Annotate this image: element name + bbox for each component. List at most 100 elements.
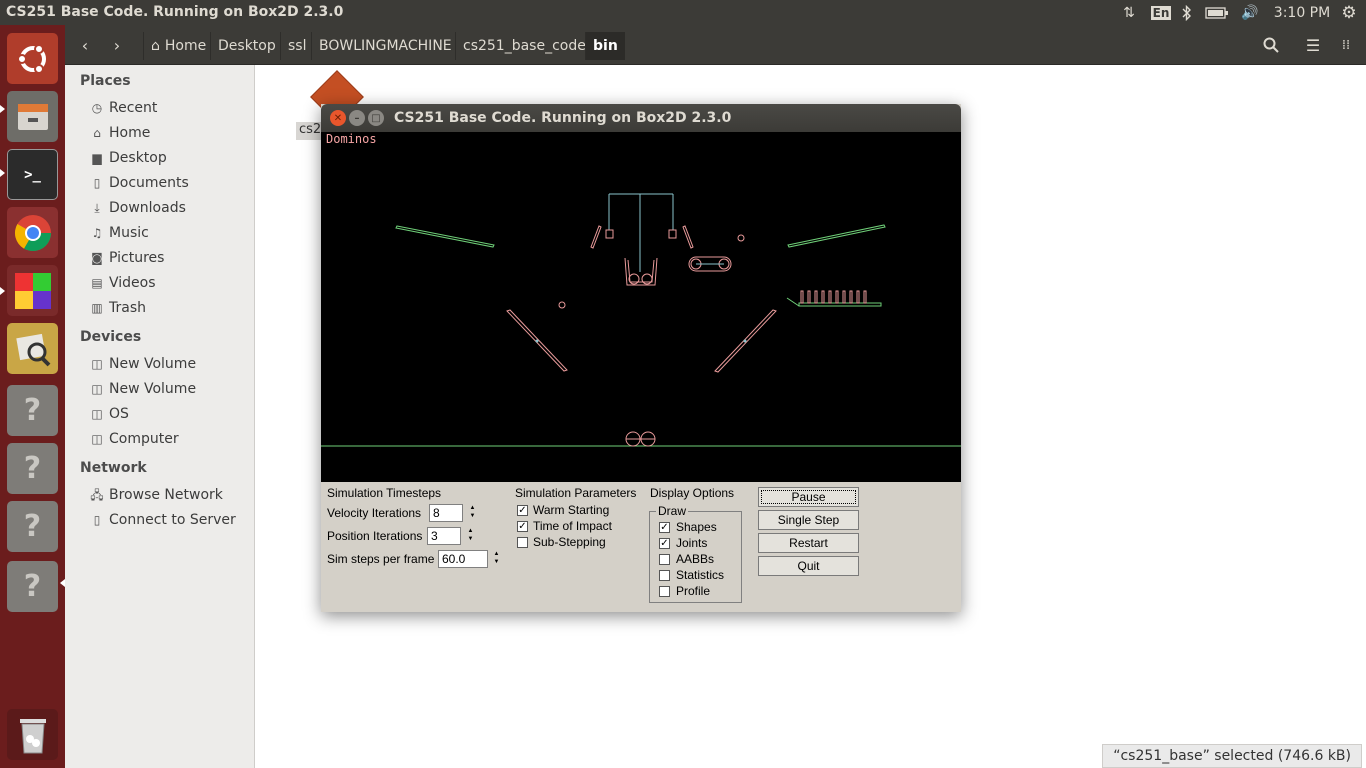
sidebar-item-browse-network[interactable]: 🖧 Browse Network bbox=[89, 484, 223, 506]
pin-platform bbox=[798, 302, 882, 307]
breadcrumb-bin[interactable]: bin bbox=[585, 32, 625, 60]
close-window-button[interactable]: ✕ bbox=[330, 110, 346, 126]
pulley-weight-right bbox=[668, 229, 677, 239]
files-icon[interactable] bbox=[7, 91, 58, 142]
position-iterations-input[interactable]: 3 bbox=[427, 527, 461, 545]
velocity-iterations-stepper[interactable]: ▲ ▼ bbox=[467, 504, 478, 522]
shapes-checkbox[interactable]: ✓ bbox=[659, 522, 670, 533]
sidebar-item-desktop[interactable]: ▆ Desktop bbox=[89, 147, 167, 169]
sub-stepping-checkbox[interactable] bbox=[517, 537, 528, 548]
sidebar-item-pictures[interactable]: ◙ Pictures bbox=[89, 247, 164, 269]
pause-button[interactable]: Pause bbox=[758, 487, 859, 507]
statistics-checkbox[interactable] bbox=[659, 570, 670, 581]
warm-starting-checkbox[interactable]: ✓ bbox=[517, 505, 528, 516]
crumb-label: Home bbox=[164, 38, 207, 54]
sidebar-item-label: Downloads bbox=[109, 200, 186, 216]
sidebar-item-music[interactable]: ♫ Music bbox=[89, 222, 149, 244]
system-gear-icon[interactable]: ⚙ bbox=[1338, 0, 1360, 25]
velocity-iterations-input[interactable]: 8 bbox=[429, 504, 463, 522]
draw-group-label: Draw bbox=[656, 504, 689, 518]
sim-steps-input[interactable]: 60.0 bbox=[438, 550, 488, 568]
sidebar-item-label: New Volume bbox=[109, 356, 197, 372]
sidebar-item-videos[interactable]: ▤ Videos bbox=[89, 272, 155, 294]
image-viewer-icon[interactable] bbox=[7, 323, 58, 374]
pulley-joints bbox=[608, 193, 674, 272]
keyboard-layout-icon[interactable]: En bbox=[1150, 0, 1172, 25]
unknown-app-icon[interactable]: ? bbox=[7, 501, 58, 552]
places-heading: Places bbox=[80, 73, 131, 89]
single-step-button[interactable]: Single Step bbox=[758, 510, 859, 530]
sidebar-item-downloads[interactable]: ⤓ Downloads bbox=[89, 197, 186, 219]
close-icon: ✕ bbox=[333, 112, 343, 124]
chrome-icon[interactable] bbox=[7, 207, 58, 258]
sidebar-item-trash[interactable]: ▥ Trash bbox=[89, 297, 146, 319]
sim-steps-stepper[interactable]: ▲ ▼ bbox=[491, 550, 502, 568]
profile-checkbox[interactable] bbox=[659, 586, 670, 597]
profile-label: Profile bbox=[676, 584, 711, 598]
unknown-app-icon[interactable]: ? bbox=[7, 385, 58, 436]
places-sidebar: Places ◷ Recent ⌂ Home ▆ Desktop ▯ Documents… bbox=[65, 65, 255, 768]
terminal-icon[interactable]: >_ bbox=[7, 149, 58, 200]
quit-button[interactable]: Quit bbox=[758, 556, 859, 576]
film-icon: ▤ bbox=[91, 276, 103, 290]
joints-checkbox[interactable]: ✓ bbox=[659, 538, 670, 549]
sidebar-item-new-volume[interactable]: ◫ New Volume bbox=[89, 353, 196, 375]
view-grid-button[interactable]: ⁞⁞ bbox=[1331, 32, 1361, 58]
arrow-down-icon: ▼ bbox=[467, 536, 474, 542]
ubuntu-dash-icon[interactable] bbox=[7, 33, 58, 84]
unknown-app-icon[interactable]: ? bbox=[7, 443, 58, 494]
home-icon: ⌂ bbox=[93, 126, 101, 140]
velocity-iterations-label: Velocity Iterations bbox=[327, 506, 422, 520]
breadcrumb-bowlingmachine[interactable]: BOWLINGMACHINE bbox=[311, 32, 459, 60]
minimize-icon: – bbox=[354, 112, 360, 124]
breadcrumb-cs251-base-code[interactable]: cs251_base_code bbox=[455, 32, 593, 60]
window-titlebar[interactable]: ✕ – □ CS251 Base Code. Running on Box2D … bbox=[321, 104, 961, 132]
volume-icon[interactable]: 🔊 bbox=[1238, 0, 1262, 25]
search-icon bbox=[1263, 37, 1279, 53]
back-button[interactable]: ‹ bbox=[70, 32, 100, 58]
bluetooth-icon[interactable] bbox=[1178, 0, 1196, 25]
app-squares-icon[interactable] bbox=[7, 265, 58, 316]
sidebar-item-recent[interactable]: ◷ Recent bbox=[89, 97, 158, 119]
sidebar-item-os[interactable]: ◫ OS bbox=[89, 403, 129, 425]
sidebar-item-label: Browse Network bbox=[109, 487, 223, 503]
breadcrumb-ssl[interactable]: ssl bbox=[280, 32, 313, 60]
sub-stepping-label: Sub-Stepping bbox=[533, 535, 606, 549]
position-iterations-stepper[interactable]: ▲ ▼ bbox=[465, 527, 476, 545]
maximize-icon: □ bbox=[371, 112, 381, 124]
sidebar-item-label: Desktop bbox=[109, 150, 167, 166]
forward-button[interactable]: › bbox=[102, 32, 132, 58]
restart-button[interactable]: Restart bbox=[758, 533, 859, 553]
camera-icon: ◙ bbox=[91, 251, 103, 265]
control-panel: Simulation Timesteps Velocity Iterations… bbox=[321, 482, 961, 612]
sidebar-item-home[interactable]: ⌂ Home bbox=[89, 122, 150, 144]
keyboard-layout-label: En bbox=[1150, 5, 1172, 20]
time-of-impact-checkbox[interactable]: ✓ bbox=[517, 521, 528, 532]
network-updown-icon[interactable]: ⇅ bbox=[1118, 0, 1140, 25]
sidebar-item-new-volume[interactable]: ◫ New Volume bbox=[89, 378, 196, 400]
search-button[interactable] bbox=[1256, 32, 1286, 58]
drive-icon: ◫ bbox=[91, 432, 103, 446]
right-flap bbox=[682, 225, 694, 249]
trash-icon[interactable] bbox=[7, 709, 58, 760]
file-label[interactable]: cs2 bbox=[296, 122, 324, 140]
menu-button[interactable]: ☰ bbox=[1298, 32, 1328, 58]
minimize-window-button[interactable]: – bbox=[349, 110, 365, 126]
aabbs-checkbox[interactable] bbox=[659, 554, 670, 565]
battery-icon[interactable] bbox=[1204, 0, 1230, 25]
simulation-canvas[interactable]: Dominos bbox=[321, 132, 961, 482]
clock[interactable]: 3:10 PM bbox=[1272, 0, 1332, 25]
sidebar-item-computer[interactable]: ◫ Computer bbox=[89, 428, 178, 450]
sim-timesteps-heading: Simulation Timesteps bbox=[327, 486, 442, 500]
sidebar-item-connect-to-server[interactable]: ▯ Connect to Server bbox=[89, 509, 236, 531]
maximize-window-button[interactable]: □ bbox=[368, 110, 384, 126]
file-manager-toolbar: ‹ › ⌂ Home Desktop ssl BOWLINGMACHINE cs2… bbox=[65, 25, 1366, 65]
breadcrumb-desktop[interactable]: Desktop bbox=[210, 32, 283, 60]
sidebar-item-label: Music bbox=[109, 225, 149, 241]
document-icon: ▯ bbox=[93, 176, 101, 190]
breadcrumb-home[interactable]: ⌂ Home bbox=[143, 32, 213, 60]
simulation-scene bbox=[321, 193, 961, 447]
unknown-app-icon[interactable]: ? bbox=[7, 561, 58, 612]
running-indicator bbox=[0, 287, 5, 295]
sidebar-item-documents[interactable]: ▯ Documents bbox=[89, 172, 189, 194]
